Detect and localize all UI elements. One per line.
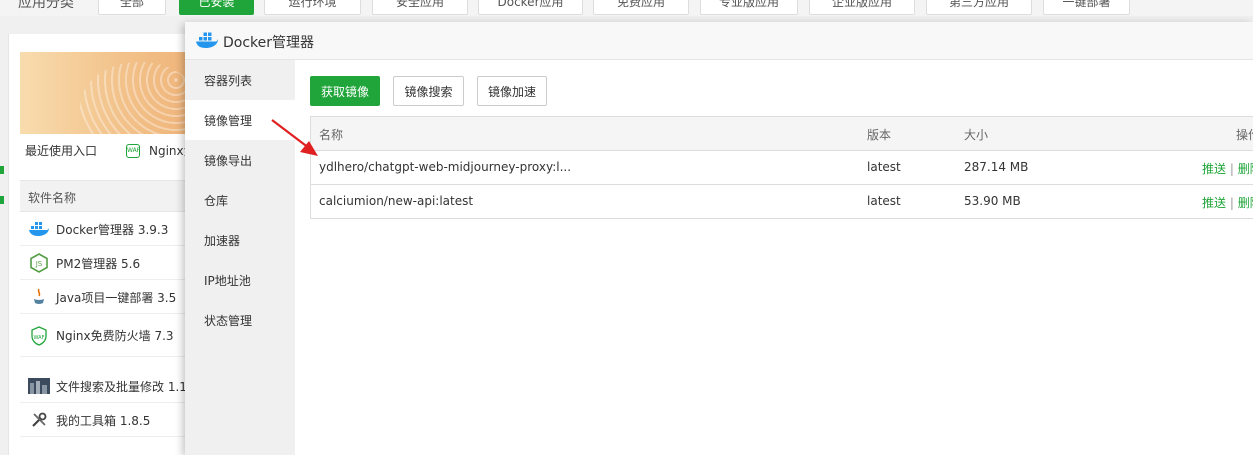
menu-item-ip-pool[interactable]: IP地址池 — [185, 260, 295, 300]
category-security-button[interactable]: 安全应用 — [372, 0, 468, 15]
image-name: calciumion/new-api:latest — [319, 194, 474, 208]
menu-item-status[interactable]: 状态管理 — [185, 300, 295, 340]
software-row[interactable]: Docker管理器 3.9.3 — [20, 213, 195, 246]
image-name: ydlhero/chatgpt-web-midjourney-proxy:l..… — [319, 160, 572, 174]
software-name: Docker管理器 3.9.3 — [56, 222, 169, 237]
category-docker-button[interactable]: Docker应用 — [478, 0, 583, 15]
action-separator: | — [1229, 162, 1234, 176]
column-header-ops: 操作 — [1236, 128, 1253, 142]
docker-icon — [28, 219, 50, 239]
toolbox-icon — [28, 410, 50, 430]
action-separator: | — [1229, 196, 1234, 210]
waf-icon: WAF — [126, 144, 140, 158]
nodejs-icon: JS — [28, 253, 50, 273]
delete-link[interactable]: 删除 — [1238, 196, 1253, 210]
image-size: 287.14 MB — [964, 160, 1029, 174]
image-version: latest — [867, 160, 901, 174]
category-thirdparty-button[interactable]: 第三方应用 — [926, 0, 1032, 15]
software-name: 我的工具箱 1.8.5 — [56, 413, 151, 428]
svg-text:JS: JS — [35, 260, 43, 268]
software-name: Java项目一键部署 3.5 — [56, 290, 177, 305]
dialog-title-bar[interactable]: Docker管理器 — [185, 22, 1253, 60]
table-row: ydlhero/chatgpt-web-midjourney-proxy:l..… — [311, 151, 1253, 185]
category-pro-button[interactable]: 专业版应用 — [700, 0, 798, 15]
category-runtime-button[interactable]: 运行环境 — [264, 0, 361, 15]
image-accelerate-button[interactable]: 镜像加速 — [477, 76, 547, 106]
software-row[interactable]: JS PM2管理器 5.6 — [20, 247, 195, 280]
category-enterprise-button[interactable]: 企业版应用 — [809, 0, 915, 15]
menu-item-accelerator[interactable]: 加速器 — [185, 220, 295, 260]
category-label: 应用分类 — [18, 0, 74, 11]
category-installed-button[interactable]: 已安装 — [179, 0, 254, 15]
side-indicator — [0, 166, 4, 174]
category-deploy-button[interactable]: 一键部署 — [1043, 0, 1130, 15]
image-size: 53.90 MB — [964, 194, 1021, 208]
side-indicator — [0, 196, 4, 204]
software-name: Nginx免费防火墙 7.3 — [56, 329, 174, 343]
column-header-size: 大小 — [964, 128, 989, 142]
image-table: 名称 版本 大小 操作 ydlhero/chatgpt-web-midjourn… — [310, 116, 1253, 219]
docker-icon — [195, 31, 219, 52]
menu-item-containers[interactable]: 容器列表 — [185, 60, 295, 100]
category-bar: 应用分类 全部 已安装 运行环境 安全应用 Docker应用 免费应用 专业版应… — [0, 0, 1253, 16]
software-row[interactable]: 我的工具箱 1.8.5 — [20, 404, 195, 437]
java-icon — [28, 287, 50, 307]
menu-item-repository[interactable]: 仓库 — [185, 180, 295, 220]
row-actions: 推送 | 删除 — [1202, 194, 1253, 211]
push-link[interactable]: 推送 — [1202, 162, 1226, 176]
svg-text:WAF: WAF — [34, 335, 45, 341]
software-table-header: 软件名称 — [20, 180, 195, 212]
menu-item-images[interactable]: 镜像管理 — [185, 100, 295, 140]
category-free-button[interactable]: 免费应用 — [593, 0, 689, 15]
image-version: latest — [867, 194, 901, 208]
docker-manager-dialog: Docker管理器 容器列表 镜像管理 镜像导出 仓库 加速器 IP地址池 状态… — [185, 22, 1253, 455]
push-link[interactable]: 推送 — [1202, 196, 1226, 210]
column-header-name: 名称 — [319, 128, 344, 142]
promo-banner[interactable] — [20, 52, 195, 134]
recent-label: 最近使用入口 — [25, 144, 98, 158]
software-row[interactable]: WAF Nginx免费防火墙 7.3 — [20, 315, 195, 357]
image-management-panel: 获取镜像 镜像搜索 镜像加速 名称 版本 大小 操作 ydlhero/chatg… — [295, 60, 1253, 455]
waf-icon: WAF — [28, 325, 50, 346]
delete-link[interactable]: 删除 — [1238, 162, 1253, 176]
docker-side-menu: 容器列表 镜像管理 镜像导出 仓库 加速器 IP地址池 状态管理 — [185, 60, 295, 455]
column-header-version: 版本 — [867, 128, 892, 142]
file-search-icon — [28, 376, 50, 396]
software-row[interactable]: 文件搜索及批量修改 1.1 — [20, 370, 195, 403]
search-image-button[interactable]: 镜像搜索 — [393, 76, 464, 106]
software-row[interactable]: Java项目一键部署 3.5 — [20, 281, 195, 314]
menu-item-image-export[interactable]: 镜像导出 — [185, 140, 295, 180]
software-name: 文件搜索及批量修改 1.1 — [56, 379, 187, 394]
dialog-title: Docker管理器 — [223, 35, 315, 51]
row-actions: 推送 | 删除 — [1202, 160, 1253, 177]
table-row: calciumion/new-api:latest latest 53.90 M… — [311, 185, 1253, 219]
table-header-row: 名称 版本 大小 操作 — [311, 117, 1253, 151]
get-image-button[interactable]: 获取镜像 — [310, 76, 380, 106]
category-all-button[interactable]: 全部 — [98, 0, 166, 15]
software-name: PM2管理器 5.6 — [56, 256, 141, 271]
